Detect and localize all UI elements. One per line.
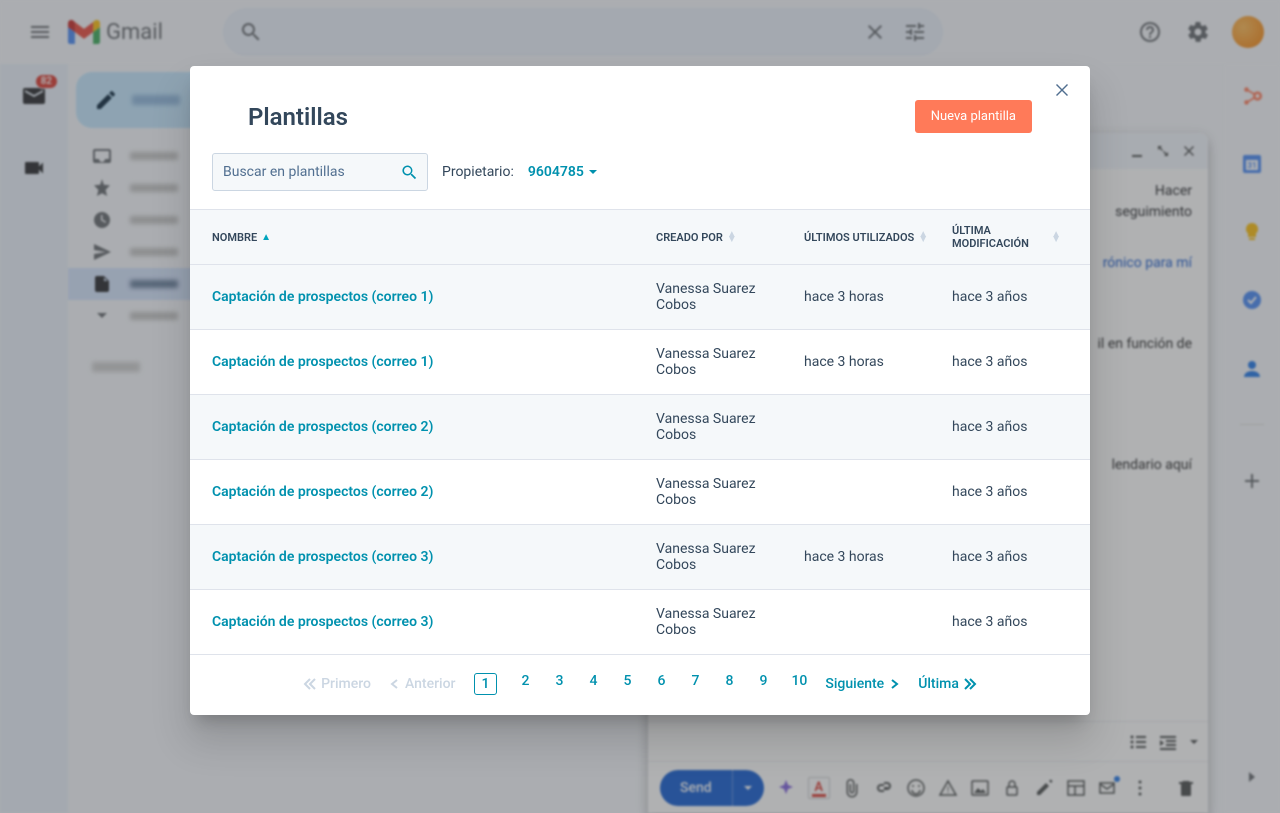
owner-dropdown[interactable]: 9604785 bbox=[528, 164, 598, 180]
page-number[interactable]: 1 bbox=[474, 673, 498, 695]
template-name-link[interactable]: Captación de prospectos (correo 1) bbox=[190, 340, 648, 384]
table-row: Captación de prospectos (correo 1)Vaness… bbox=[190, 330, 1090, 395]
cell-created-by: Vanessa Suarez Cobos bbox=[648, 397, 796, 457]
page-number[interactable]: 4 bbox=[587, 673, 599, 695]
search-icon bbox=[401, 164, 417, 180]
cell-last-modified: hace 3 años bbox=[944, 405, 1069, 449]
cell-created-by: Vanessa Suarez Cobos bbox=[648, 332, 796, 392]
col-created-by[interactable]: CREADO POR▲▼ bbox=[648, 210, 796, 264]
modal-title: Plantillas bbox=[248, 103, 348, 131]
page-prev: Anterior bbox=[389, 676, 456, 692]
sort-asc-icon: ▲ bbox=[261, 232, 271, 243]
page-number[interactable]: 5 bbox=[621, 673, 633, 695]
sort-icon: ▲▼ bbox=[1051, 232, 1061, 242]
modal-close-button[interactable] bbox=[1052, 80, 1072, 104]
double-chevron-right-icon bbox=[963, 677, 977, 691]
cell-last-modified: hace 3 años bbox=[944, 600, 1069, 644]
cell-last-used: hace 3 horas bbox=[796, 535, 944, 579]
cell-last-modified: hace 3 años bbox=[944, 535, 1069, 579]
template-search-input[interactable] bbox=[223, 164, 401, 180]
double-chevron-left-icon bbox=[303, 677, 317, 691]
cell-last-used bbox=[796, 478, 944, 506]
page-number[interactable]: 3 bbox=[553, 673, 565, 695]
owner-label: Propietario: bbox=[442, 164, 514, 180]
cell-created-by: Vanessa Suarez Cobos bbox=[648, 462, 796, 522]
cell-last-used: hace 3 horas bbox=[796, 275, 944, 319]
pagination: Primero Anterior 123456789 10 Siguiente Ú… bbox=[190, 655, 1090, 699]
col-last-modified[interactable]: ÚLTIMA MODIFICACIÓN▲▼ bbox=[944, 210, 1069, 264]
cell-created-by: Vanessa Suarez Cobos bbox=[648, 527, 796, 587]
cell-created-by: Vanessa Suarez Cobos bbox=[648, 267, 796, 327]
page-number[interactable]: 6 bbox=[655, 673, 667, 695]
page-number[interactable]: 2 bbox=[519, 673, 531, 695]
cell-last-used bbox=[796, 413, 944, 441]
template-name-link[interactable]: Captación de prospectos (correo 2) bbox=[190, 470, 648, 514]
page-number[interactable]: 7 bbox=[689, 673, 701, 695]
template-name-link[interactable]: Captación de prospectos (correo 2) bbox=[190, 405, 648, 449]
cell-last-used bbox=[796, 608, 944, 636]
cell-last-modified: hace 3 años bbox=[944, 340, 1069, 384]
cell-last-modified: hace 3 años bbox=[944, 470, 1069, 514]
page-number[interactable]: 8 bbox=[723, 673, 735, 695]
template-search-box[interactable] bbox=[212, 153, 428, 191]
page-first: Primero bbox=[303, 676, 371, 692]
table-row: Captación de prospectos (correo 3)Vaness… bbox=[190, 525, 1090, 590]
new-template-button[interactable]: Nueva plantilla bbox=[915, 100, 1032, 133]
cell-created-by: Vanessa Suarez Cobos bbox=[648, 592, 796, 652]
chevron-left-icon bbox=[389, 678, 401, 690]
cell-last-modified: hace 3 años bbox=[944, 275, 1069, 319]
close-icon bbox=[1052, 80, 1072, 100]
table-row: Captación de prospectos (correo 2)Vaness… bbox=[190, 395, 1090, 460]
col-name[interactable]: NOMBRE▲ bbox=[190, 210, 648, 264]
col-last-used[interactable]: ÚLTIMOS UTILIZADOS▲▼ bbox=[796, 210, 944, 264]
owner-value: 9604785 bbox=[528, 164, 584, 180]
cell-last-used: hace 3 horas bbox=[796, 340, 944, 384]
table-row: Captación de prospectos (correo 3)Vaness… bbox=[190, 590, 1090, 655]
page-numbers: 123456789 10 bbox=[474, 673, 808, 695]
page-number[interactable]: 9 bbox=[757, 673, 769, 695]
template-name-link[interactable]: Captación de prospectos (correo 1) bbox=[190, 275, 648, 319]
table-row: Captación de prospectos (correo 2)Vaness… bbox=[190, 460, 1090, 525]
page-last[interactable]: Última bbox=[918, 676, 977, 692]
page-next[interactable]: Siguiente bbox=[825, 676, 900, 692]
sort-icon: ▲▼ bbox=[727, 232, 737, 242]
sort-icon: ▲▼ bbox=[918, 232, 928, 242]
chevron-right-icon bbox=[888, 678, 900, 690]
templates-table: NOMBRE▲ CREADO POR▲▼ ÚLTIMOS UTILIZADOS▲… bbox=[190, 209, 1090, 655]
template-name-link[interactable]: Captación de prospectos (correo 3) bbox=[190, 600, 648, 644]
page-number[interactable]: 10 bbox=[791, 673, 807, 695]
table-body: Captación de prospectos (correo 1)Vaness… bbox=[190, 265, 1090, 655]
template-name-link[interactable]: Captación de prospectos (correo 3) bbox=[190, 535, 648, 579]
caret-down-icon bbox=[588, 167, 598, 177]
table-row: Captación de prospectos (correo 1)Vaness… bbox=[190, 265, 1090, 330]
templates-modal: Plantillas Nueva plantilla Propietario: … bbox=[190, 66, 1090, 715]
table-header: NOMBRE▲ CREADO POR▲▼ ÚLTIMOS UTILIZADOS▲… bbox=[190, 209, 1090, 265]
